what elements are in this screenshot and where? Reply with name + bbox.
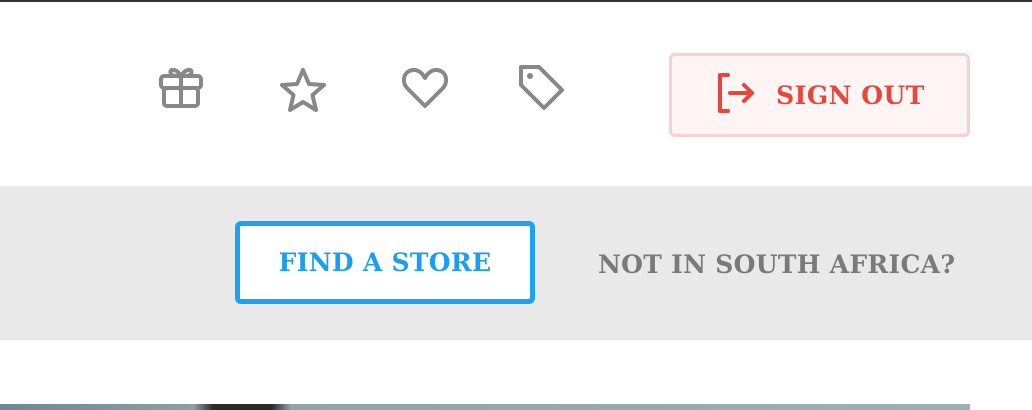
favorites-button[interactable] <box>273 63 333 123</box>
find-store-label: FIND A STORE <box>278 248 492 277</box>
tag-icon <box>515 61 567 117</box>
heart-icon <box>399 62 451 118</box>
deals-button[interactable] <box>511 59 571 119</box>
sign-out-label: SIGN OUT <box>776 80 925 110</box>
wishlist-button[interactable] <box>395 60 455 120</box>
region-link[interactable]: NOT IN SOUTH AFRICA? <box>598 250 955 279</box>
find-store-button[interactable]: FIND A STORE <box>235 221 535 304</box>
gift-button[interactable] <box>151 60 211 120</box>
gift-icon <box>155 62 207 118</box>
store-bar: FIND A STORE NOT IN SOUTH AFRICA? <box>0 186 1032 340</box>
sign-out-icon <box>714 71 758 119</box>
hero-image <box>0 404 970 410</box>
main-content <box>0 340 1032 410</box>
sign-out-button[interactable]: SIGN OUT <box>669 53 970 137</box>
star-icon <box>277 65 329 121</box>
header-bar: SIGN OUT <box>0 2 1032 186</box>
